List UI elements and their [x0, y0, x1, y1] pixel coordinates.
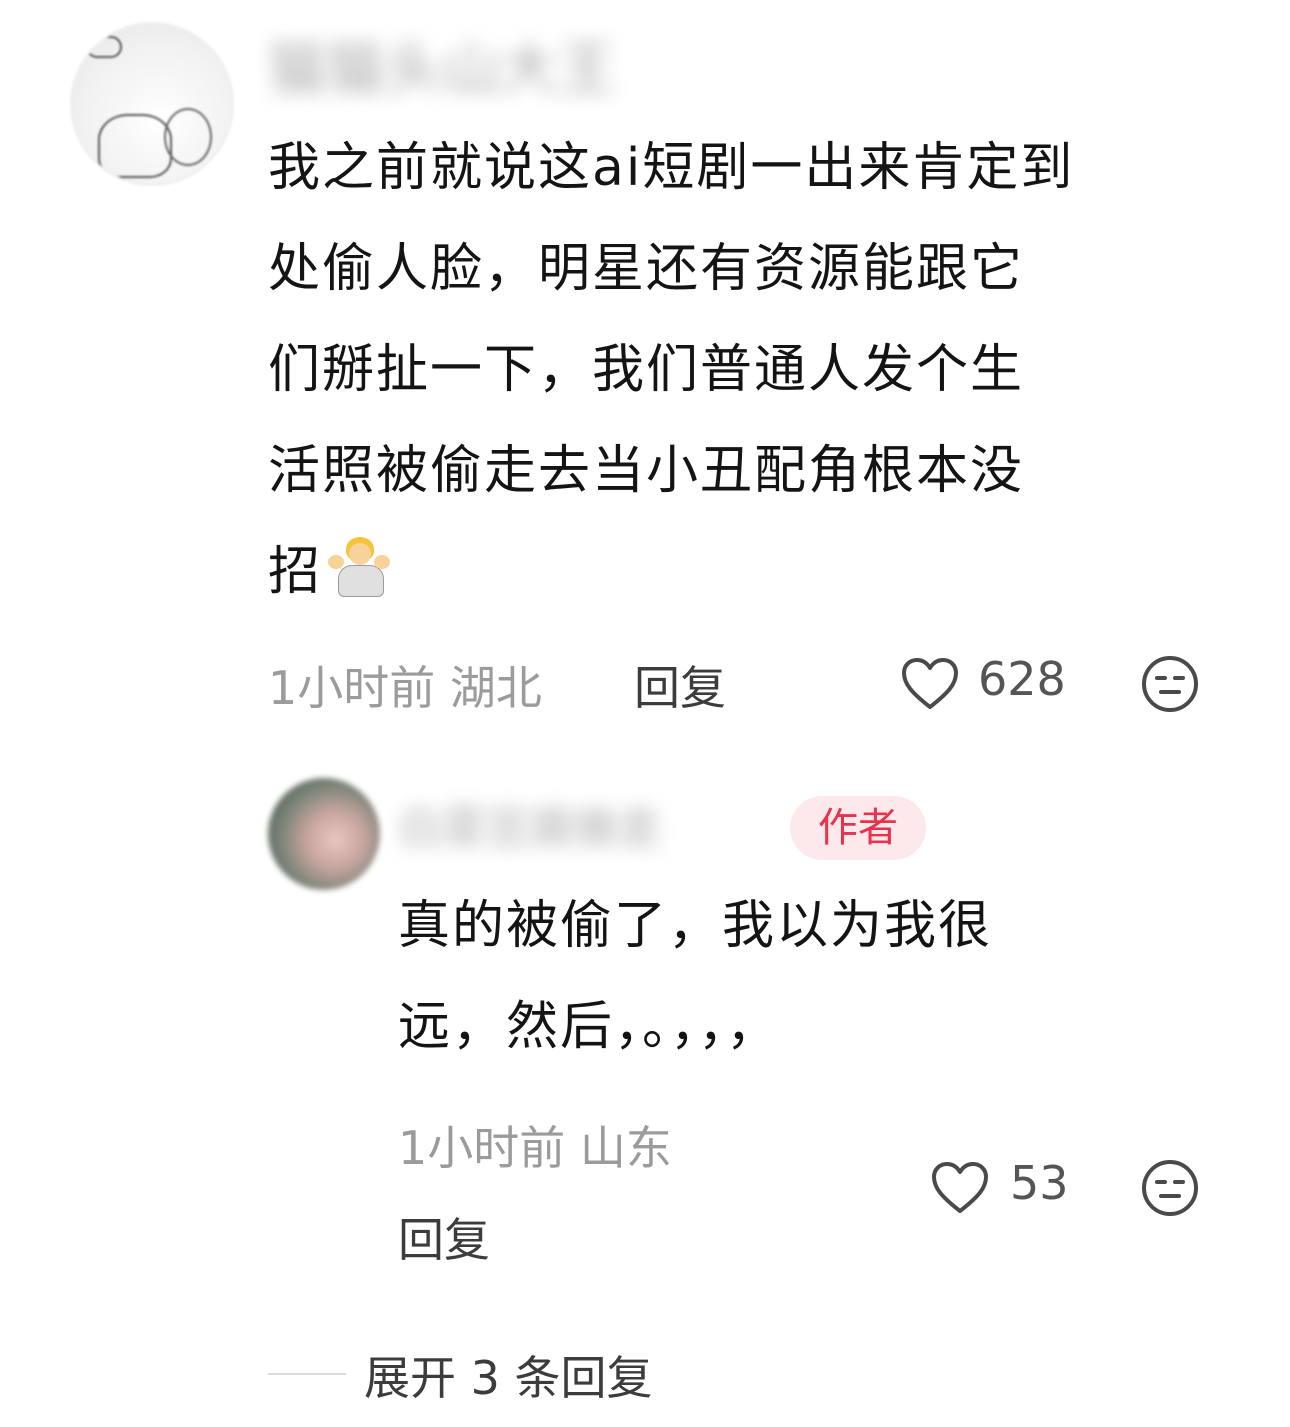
cartoon-doodle	[98, 114, 172, 178]
person-shrugging-emoji	[328, 537, 391, 597]
speech-bubble-doodle	[86, 36, 122, 58]
comment-time: 1小时前	[268, 661, 436, 715]
reply-location: 山东	[579, 1121, 672, 1175]
comment-line-last: 招	[268, 522, 1248, 623]
like-count: 628	[978, 652, 1066, 706]
expand-divider	[268, 1373, 346, 1375]
cartoon-doodle	[164, 108, 212, 166]
reply-content: 真的被偷了，我以为我很 远，然后，。，，，	[398, 876, 1158, 1078]
comment-line: 们掰扯一下，我们普通人发个生	[268, 340, 1025, 400]
reply-time: 1小时前	[398, 1121, 566, 1175]
reply-line: 真的被偷了，我以为我很	[398, 896, 993, 956]
dislike-face-icon[interactable]	[1140, 1158, 1200, 1218]
reply-meta: 1小时前 山东	[398, 1112, 672, 1178]
comment-content: 我之前就说这ai短剧一出来肯定到 处偷人脸，明星还有资源能跟它 们掰扯一下，我们…	[268, 118, 1248, 623]
heart-icon[interactable]	[930, 1160, 990, 1216]
avatar[interactable]	[268, 778, 380, 890]
comment-line: 招	[268, 542, 323, 602]
author-badge: 作者	[790, 796, 926, 860]
comment-line: 我之前就说这ai短剧一出来肯定到	[268, 138, 1075, 198]
comment-line: 活照被偷走去当小丑配角根本没	[268, 441, 1025, 501]
like-count: 53	[1010, 1156, 1069, 1210]
comment-location: 湖北	[449, 661, 542, 715]
comment-username[interactable]: 猫猫头山大王	[268, 22, 616, 106]
reply-username[interactable]: 白菜豆腐做走	[398, 792, 662, 856]
avatar[interactable]	[70, 22, 234, 186]
heart-icon[interactable]	[900, 656, 960, 712]
comment-meta: 1小时前 湖北	[268, 652, 542, 718]
comment-line: 处偷人脸，明星还有资源能跟它	[268, 239, 1025, 299]
expand-replies-button[interactable]: 展开 3 条回复	[364, 1342, 653, 1408]
reply-line: 远，然后，。，，，	[398, 997, 781, 1057]
reply-button[interactable]: 回复	[634, 652, 726, 718]
reply-button[interactable]: 回复	[398, 1204, 490, 1270]
dislike-face-icon[interactable]	[1140, 654, 1200, 714]
